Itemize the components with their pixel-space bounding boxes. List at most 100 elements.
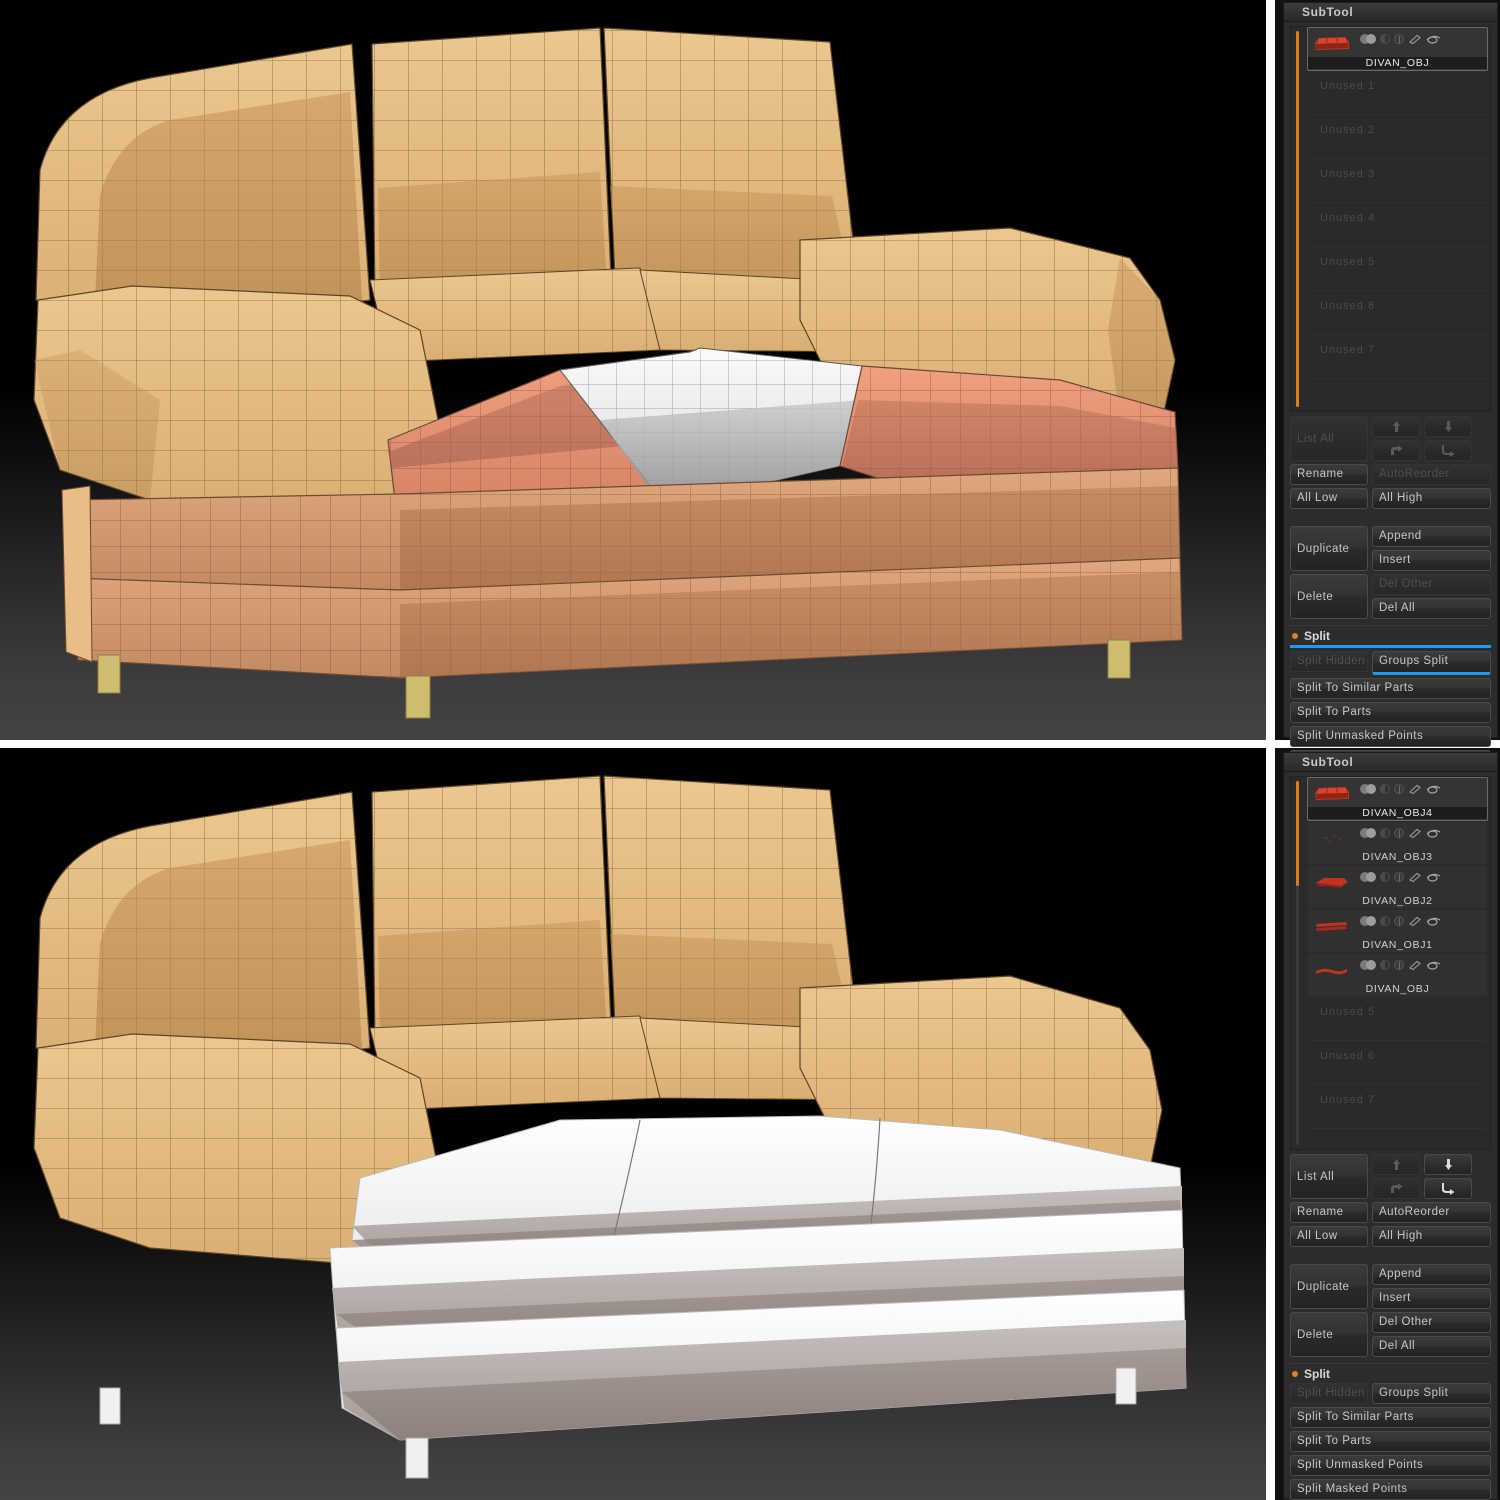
- subtool-row-divan-obj1[interactable]: DIVAN_OBJ1: [1307, 909, 1488, 953]
- insert-button[interactable]: Insert: [1372, 550, 1491, 571]
- eye-visibility-icon[interactable]: [1426, 916, 1442, 926]
- move-into-group-button[interactable]: [1424, 440, 1472, 461]
- move-down-button[interactable]: [1424, 416, 1472, 437]
- subtool-row-divan-obj4[interactable]: DIVAN_OBJ4: [1307, 777, 1488, 821]
- all-low-button[interactable]: All Low: [1290, 1226, 1368, 1247]
- split-to-similar-parts-button[interactable]: Split To Similar Parts: [1290, 1407, 1491, 1428]
- del-other-button[interactable]: Del Other: [1372, 1312, 1491, 1333]
- split-unmasked-points-button[interactable]: Split Unmasked Points: [1290, 726, 1491, 747]
- insert-button[interactable]: Insert: [1372, 1288, 1491, 1309]
- split-hidden-button[interactable]: Split Hidden: [1290, 651, 1368, 672]
- move-into-group-button[interactable]: [1424, 1178, 1472, 1199]
- polypaint-icon[interactable]: [1360, 34, 1376, 44]
- all-high-button[interactable]: All High: [1372, 1226, 1491, 1247]
- eye-visibility-icon[interactable]: [1426, 828, 1442, 838]
- move-up-button[interactable]: [1372, 416, 1420, 437]
- paint-brush-icon[interactable]: [1408, 872, 1422, 882]
- subtool-row-icons[interactable]: [1360, 826, 1442, 840]
- shadow-toggle-icon[interactable]: [1380, 960, 1390, 970]
- subtool-row-unused-4[interactable]: Unused 4: [1307, 203, 1488, 247]
- del-all-button[interactable]: Del All: [1372, 598, 1491, 619]
- eye-visibility-icon[interactable]: [1426, 872, 1442, 882]
- shadow-toggle-icon[interactable]: [1380, 828, 1390, 838]
- transparency-icon[interactable]: [1394, 960, 1404, 970]
- rename-button[interactable]: Rename: [1290, 464, 1368, 485]
- subtool-row-divan-obj3[interactable]: DIVAN_OBJ3: [1307, 821, 1488, 865]
- subtool-list-top[interactable]: DIVAN_OBJ Unused 1 Unused 2 Unused 3 Unu…: [1290, 26, 1491, 412]
- polypaint-icon[interactable]: [1360, 960, 1376, 970]
- subtool-row-divan-obj2[interactable]: DIVAN_OBJ2: [1307, 865, 1488, 909]
- subtool-row-icons[interactable]: [1360, 914, 1442, 928]
- split-section-header[interactable]: Split: [1290, 625, 1491, 645]
- shadow-toggle-icon[interactable]: [1380, 784, 1390, 794]
- paint-brush-icon[interactable]: [1408, 34, 1422, 44]
- scrollbar-thumb[interactable]: [1296, 31, 1299, 407]
- split-section-header[interactable]: Split: [1290, 1363, 1491, 1383]
- transparency-icon[interactable]: [1394, 828, 1404, 838]
- subtool-row-icons[interactable]: [1360, 870, 1442, 884]
- subtool-row-unused-3[interactable]: Unused 3: [1307, 159, 1488, 203]
- subtool-row-icons[interactable]: [1360, 958, 1442, 972]
- subtool-row-unused-7[interactable]: Unused 7: [1307, 1085, 1488, 1129]
- subtool-row-divan-obj[interactable]: DIVAN_OBJ: [1307, 953, 1488, 997]
- subtool-row-unused-5[interactable]: Unused 5: [1307, 247, 1488, 291]
- transparency-icon[interactable]: [1394, 784, 1404, 794]
- paint-brush-icon[interactable]: [1408, 828, 1422, 838]
- del-all-button[interactable]: Del All: [1372, 1336, 1491, 1357]
- transparency-icon[interactable]: [1394, 34, 1404, 44]
- subtool-list-bottom[interactable]: DIVAN_OBJ4 DIVAN_OBJ3 DIVAN_OBJ2 DIVAN_O…: [1290, 776, 1491, 1150]
- paint-brush-icon[interactable]: [1408, 916, 1422, 926]
- subtool-scrollbar-bottom[interactable]: [1296, 781, 1299, 1145]
- groups-split-button[interactable]: Groups Split: [1372, 651, 1491, 675]
- split-hidden-button[interactable]: Split Hidden: [1290, 1383, 1368, 1404]
- subtool-row-icons[interactable]: [1360, 782, 1442, 796]
- rename-button[interactable]: Rename: [1290, 1202, 1368, 1223]
- polypaint-icon[interactable]: [1360, 784, 1376, 794]
- subtool-scrollbar-top[interactable]: [1296, 31, 1299, 407]
- shadow-toggle-icon[interactable]: [1380, 916, 1390, 926]
- split-to-similar-parts-button[interactable]: Split To Similar Parts: [1290, 678, 1491, 699]
- viewport-bottom[interactable]: [0, 748, 1266, 1500]
- polypaint-icon[interactable]: [1360, 872, 1376, 882]
- split-unmasked-points-button[interactable]: Split Unmasked Points: [1290, 1455, 1491, 1476]
- split-masked-points-button[interactable]: Split Masked Points: [1290, 1479, 1491, 1500]
- subtool-row-unused-2[interactable]: Unused 2: [1307, 115, 1488, 159]
- eye-visibility-icon[interactable]: [1426, 960, 1442, 970]
- move-up-button[interactable]: [1372, 1154, 1420, 1175]
- shadow-toggle-icon[interactable]: [1380, 872, 1390, 882]
- all-high-button[interactable]: All High: [1372, 488, 1491, 509]
- subtool-row-unused-6[interactable]: Unused 6: [1307, 291, 1488, 335]
- duplicate-button[interactable]: Duplicate: [1290, 1264, 1368, 1309]
- append-button[interactable]: Append: [1372, 526, 1491, 547]
- del-other-button[interactable]: Del Other: [1372, 574, 1491, 595]
- delete-button[interactable]: Delete: [1290, 1312, 1368, 1357]
- auto-reorder-button[interactable]: AutoReorder: [1372, 464, 1491, 485]
- all-low-button[interactable]: All Low: [1290, 488, 1368, 509]
- polypaint-icon[interactable]: [1360, 916, 1376, 926]
- scrollbar-thumb[interactable]: [1296, 781, 1299, 886]
- subtool-row-unused-1[interactable]: Unused 1: [1307, 71, 1488, 115]
- subtool-row-unused-7[interactable]: Unused 7: [1307, 335, 1488, 379]
- polypaint-icon[interactable]: [1360, 828, 1376, 838]
- duplicate-button[interactable]: Duplicate: [1290, 526, 1368, 571]
- delete-button[interactable]: Delete: [1290, 574, 1368, 619]
- groups-split-button[interactable]: Groups Split: [1372, 1383, 1491, 1404]
- viewport-top[interactable]: [0, 0, 1266, 740]
- split-to-parts-button[interactable]: Split To Parts: [1290, 702, 1491, 723]
- list-all-button[interactable]: List All: [1290, 416, 1368, 461]
- subtool-row-divan-obj[interactable]: DIVAN_OBJ: [1307, 27, 1488, 71]
- subtool-row-unused-5[interactable]: Unused 5: [1307, 997, 1488, 1041]
- subtool-row-unused-6[interactable]: Unused 6: [1307, 1041, 1488, 1085]
- list-all-button[interactable]: List All: [1290, 1154, 1368, 1199]
- transparency-icon[interactable]: [1394, 872, 1404, 882]
- subtool-row-icons[interactable]: [1360, 32, 1442, 46]
- transparency-icon[interactable]: [1394, 916, 1404, 926]
- eye-visibility-icon[interactable]: [1426, 34, 1442, 44]
- paint-brush-icon[interactable]: [1408, 960, 1422, 970]
- append-button[interactable]: Append: [1372, 1264, 1491, 1285]
- eye-visibility-icon[interactable]: [1426, 784, 1442, 794]
- auto-reorder-button[interactable]: AutoReorder: [1372, 1202, 1491, 1223]
- split-to-parts-button[interactable]: Split To Parts: [1290, 1431, 1491, 1452]
- paint-brush-icon[interactable]: [1408, 784, 1422, 794]
- move-out-of-group-button[interactable]: [1372, 440, 1420, 461]
